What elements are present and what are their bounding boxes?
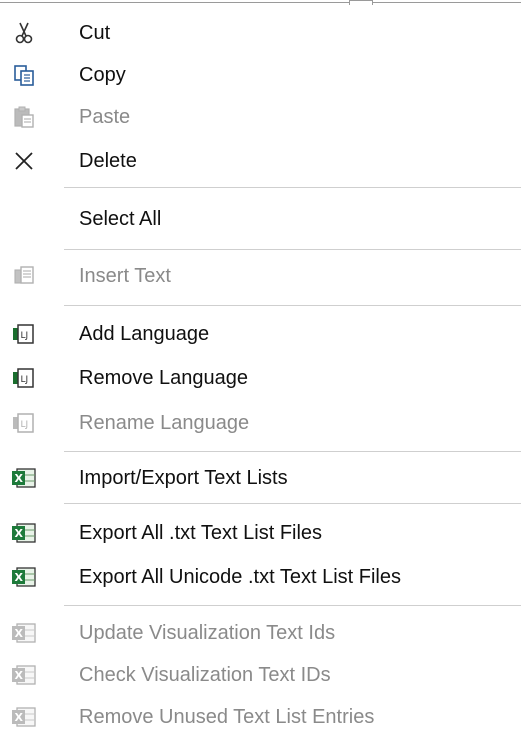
svg-text:X: X [15, 711, 24, 724]
scissors-icon [11, 20, 37, 46]
menu-item-label: Insert Text [79, 264, 171, 287]
menu-item-label: Delete [79, 149, 137, 172]
insert-text-icon [11, 263, 37, 289]
menu-separator [64, 305, 521, 306]
menu-item-remove-language[interactable]: LJ Remove Language [0, 358, 521, 398]
svg-text:LJ: LJ [21, 331, 29, 341]
menu-item-paste[interactable]: Paste [0, 97, 521, 137]
menu-item-label: Remove Unused Text List Entries [79, 705, 375, 728]
language-icon: LJ [11, 321, 37, 347]
menu-item-remove-unused-text-list-entries[interactable]: X Remove Unused Text List Entries [0, 697, 521, 737]
menu-separator [64, 605, 521, 606]
menu-item-label: Select All [79, 207, 162, 230]
menu-item-label: Update Visualization Text Ids [79, 621, 336, 644]
menu-item-label: Add Language [79, 322, 210, 345]
menu-item-add-language[interactable]: LJ Add Language [0, 314, 521, 354]
menu-item-label: Remove Language [79, 366, 249, 389]
context-menu: Cut Copy Paste Delete Select All Insert … [0, 0, 521, 735]
menu-item-import-export-text-lists[interactable]: X Import/Export Text Lists [0, 458, 521, 498]
menu-item-label: Copy [79, 63, 126, 86]
excel-icon: X [11, 564, 37, 590]
menu-item-cut[interactable]: Cut [0, 13, 521, 53]
paste-icon [11, 104, 37, 130]
menu-item-check-visualization-text-ids[interactable]: X Check Visualization Text IDs [0, 655, 521, 695]
menu-item-label: Cut [79, 21, 111, 44]
menu-item-label: Export All Unicode .txt Text List Files [79, 565, 401, 588]
svg-text:X: X [15, 627, 24, 640]
svg-text:X: X [15, 472, 24, 485]
excel-icon: X [11, 465, 37, 491]
menu-item-update-visualization-text-ids[interactable]: X Update Visualization Text Ids [0, 613, 521, 653]
language-icon: LJ [11, 410, 37, 436]
menu-item-export-all-txt[interactable]: X Export All .txt Text List Files [0, 513, 521, 553]
menu-item-copy[interactable]: Copy [0, 55, 521, 95]
menu-item-insert-text[interactable]: Insert Text [0, 256, 521, 296]
menu-item-select-all[interactable]: Select All [0, 199, 521, 239]
menu-item-label: Check Visualization Text IDs [79, 663, 331, 686]
excel-icon: X [11, 704, 37, 730]
menu-item-label: Rename Language [79, 411, 250, 434]
menu-item-label: Paste [79, 105, 131, 128]
svg-text:X: X [15, 571, 24, 584]
svg-text:LJ: LJ [21, 420, 29, 430]
excel-icon: X [11, 620, 37, 646]
menu-separator [64, 249, 521, 250]
language-icon: LJ [11, 365, 37, 391]
menu-separator [64, 187, 521, 188]
menu-item-export-all-unicode-txt[interactable]: X Export All Unicode .txt Text List File… [0, 557, 521, 597]
menu-item-delete[interactable]: Delete [0, 141, 521, 181]
menu-top-edge [0, 0, 521, 6]
svg-text:X: X [15, 669, 24, 682]
menu-item-label: Import/Export Text Lists [79, 466, 288, 489]
menu-item-rename-language[interactable]: LJ Rename Language [0, 403, 521, 443]
svg-text:LJ: LJ [21, 375, 29, 385]
menu-separator [64, 503, 521, 504]
excel-icon: X [11, 662, 37, 688]
menu-item-label: Export All .txt Text List Files [79, 521, 323, 544]
delete-x-icon [11, 148, 37, 174]
svg-text:X: X [15, 527, 24, 540]
copy-icon [11, 62, 37, 88]
menu-separator [64, 451, 521, 452]
excel-icon: X [11, 520, 37, 546]
